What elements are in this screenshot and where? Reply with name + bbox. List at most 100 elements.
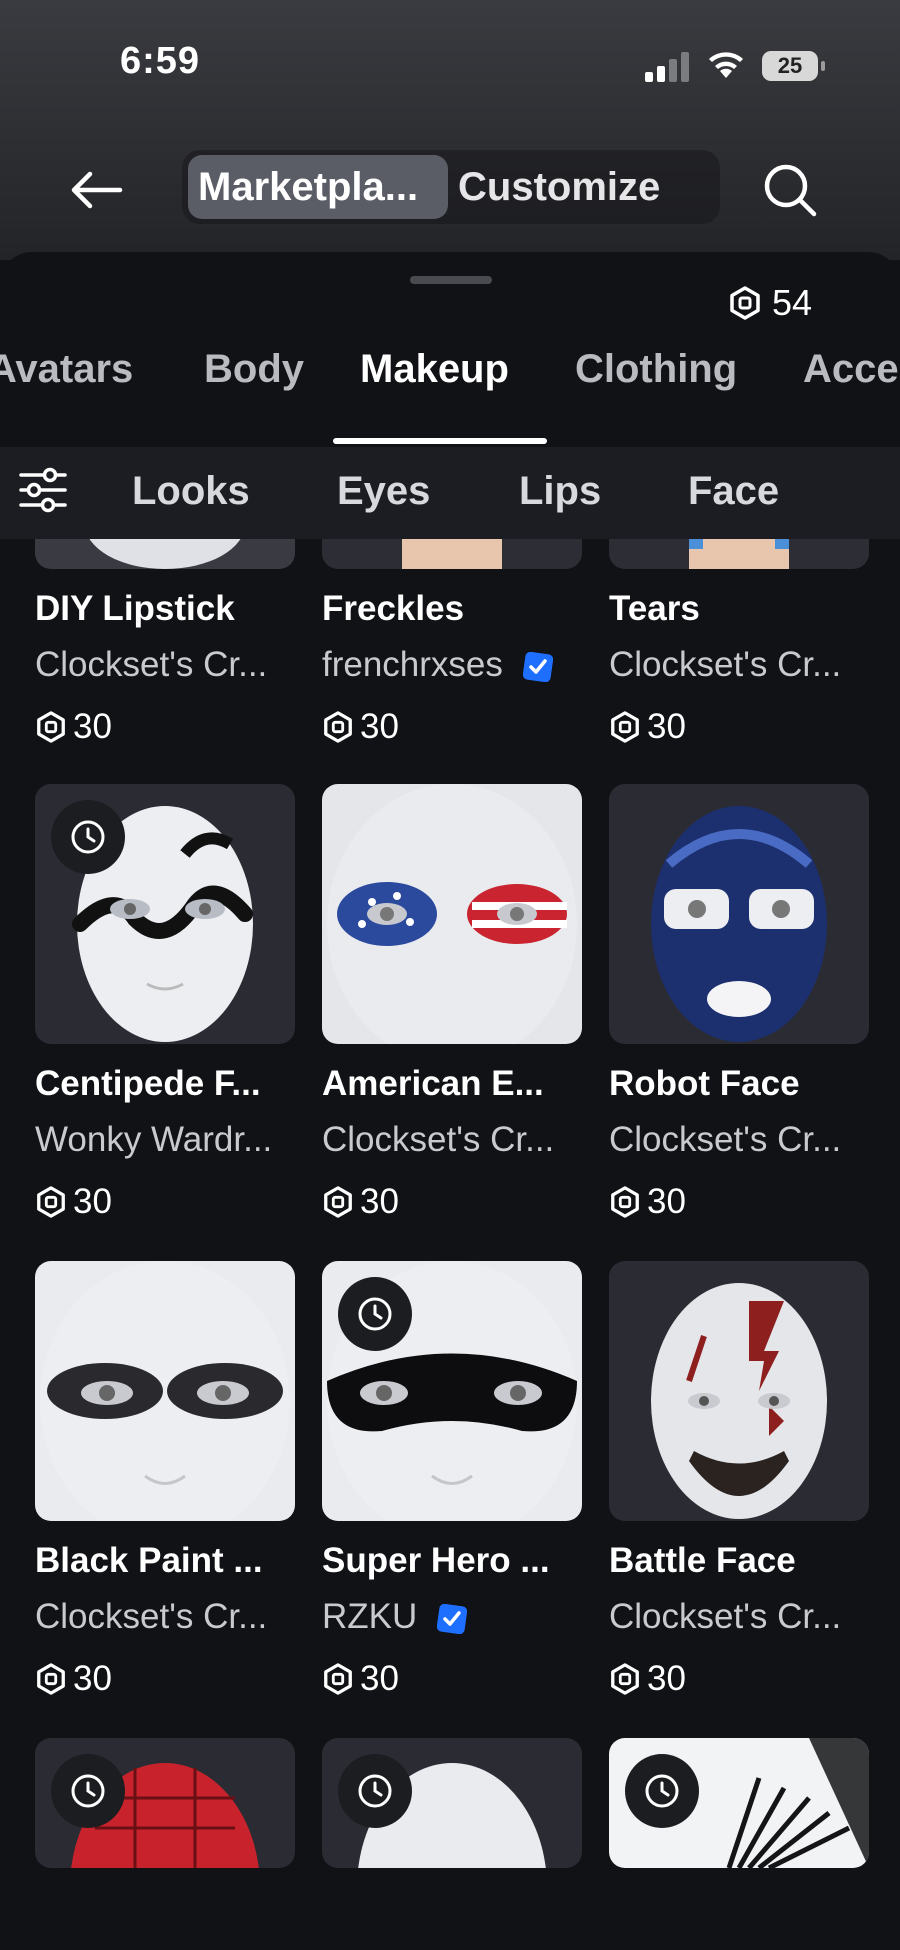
robux-icon: [37, 711, 65, 743]
item-thumbnail: [322, 1738, 582, 1868]
tab-avatars[interactable]: Avatars: [0, 347, 133, 392]
item-creator-name: frenchrxses: [322, 645, 503, 684]
item-name: Black Paint ...: [35, 1541, 263, 1580]
item-name: American E...: [322, 1064, 544, 1103]
item-thumbnail: [35, 539, 295, 569]
subtab-eyes[interactable]: Eyes: [337, 469, 430, 514]
item-thumbnail: [322, 784, 582, 1044]
robux-icon: [324, 1663, 352, 1695]
item-price-value: 30: [647, 707, 686, 746]
clock-icon: [71, 820, 105, 854]
item-name: Centipede F...: [35, 1064, 261, 1103]
item-price-value: 30: [360, 1182, 399, 1221]
robux-balance[interactable]: 54: [728, 282, 812, 324]
drag-handle[interactable]: [410, 276, 492, 284]
filter-sliders-icon[interactable]: [18, 467, 68, 513]
item-price: 30: [609, 1182, 686, 1222]
subtab-looks[interactable]: Looks: [132, 469, 250, 514]
search-icon[interactable]: [762, 162, 818, 218]
item-creator: Clockset's Cr...: [609, 1120, 842, 1159]
subtab-face[interactable]: Face: [688, 469, 779, 514]
wifi-icon: [709, 52, 743, 78]
item-creator: RZKU: [322, 1597, 468, 1637]
verified-badge-icon: [437, 1603, 468, 1634]
item-name: Battle Face: [609, 1541, 796, 1580]
robux-icon: [730, 286, 760, 320]
robux-icon: [324, 711, 352, 743]
item-price: 30: [609, 1659, 686, 1699]
clock-icon: [358, 1774, 392, 1808]
status-time: 6:59: [120, 40, 201, 82]
clock-icon: [358, 1297, 392, 1331]
item-thumbnail: [609, 1261, 869, 1521]
item-creator-name: RZKU: [322, 1597, 418, 1636]
item-price: 30: [322, 707, 399, 747]
status-bar: 6:59 25: [0, 0, 900, 130]
item-creator: Clockset's Cr...: [609, 1597, 842, 1636]
item-price-value: 30: [647, 1659, 686, 1698]
item-price: 30: [609, 707, 686, 747]
marketplace-sheet: 54 Avatars Body Makeup Clothing Acce Loo…: [0, 252, 900, 1950]
item-thumbnail: [322, 539, 582, 569]
robux-icon: [37, 1663, 65, 1695]
item-thumbnail: [609, 1738, 869, 1868]
item-creator: Clockset's Cr...: [35, 1597, 268, 1636]
robux-icon: [324, 1186, 352, 1218]
robux-icon: [611, 1663, 639, 1695]
item-creator: Clockset's Cr...: [609, 645, 842, 684]
item-name: Freckles: [322, 589, 465, 628]
item-price: 30: [322, 1182, 399, 1222]
item-thumbnail: [609, 784, 869, 1044]
item-thumbnail: [35, 1738, 295, 1868]
item-thumbnail: [35, 784, 295, 1044]
tab-marketplace[interactable]: Marketpla...: [188, 155, 448, 219]
robux-icon: [611, 711, 639, 743]
item-price-value: 30: [73, 1182, 112, 1221]
tab-accessories[interactable]: Acce: [803, 347, 899, 392]
top-navigation: Marketpla... Customize: [0, 150, 900, 230]
robux-icon: [37, 1186, 65, 1218]
timed-item-badge: [338, 1277, 412, 1351]
item-price: 30: [35, 1659, 112, 1699]
cell-signal-icon: [645, 52, 689, 82]
marketplace-customize-switch: Marketpla... Customize: [182, 150, 720, 224]
timed-item-badge: [51, 800, 125, 874]
tab-customize[interactable]: Customize: [448, 155, 670, 219]
item-name: Tears: [609, 589, 700, 628]
category-tabs: Avatars Body Makeup Clothing Acce: [0, 347, 900, 447]
tab-body[interactable]: Body: [204, 347, 304, 392]
item-grid: DIY Lipstick Clockset's Cr... 30 Freckle…: [0, 539, 900, 1950]
item-creator: Clockset's Cr...: [35, 645, 268, 684]
item-thumbnail: [322, 1261, 582, 1521]
robux-icon: [611, 1186, 639, 1218]
active-tab-indicator: [333, 438, 547, 444]
item-price: 30: [35, 1182, 112, 1222]
verified-badge-icon: [522, 651, 553, 682]
timed-item-badge: [338, 1754, 412, 1828]
item-price: 30: [322, 1659, 399, 1699]
item-price-value: 30: [360, 1659, 399, 1698]
item-thumbnail: [609, 539, 869, 569]
back-arrow-icon[interactable]: [68, 168, 124, 212]
timed-item-badge: [625, 1754, 699, 1828]
tab-clothing[interactable]: Clothing: [575, 347, 737, 392]
item-thumbnail: [35, 1261, 295, 1521]
item-creator: Clockset's Cr...: [322, 1120, 555, 1159]
tab-makeup[interactable]: Makeup: [360, 347, 509, 392]
item-price-value: 30: [360, 707, 399, 746]
item-price-value: 30: [73, 1659, 112, 1698]
robux-balance-value: 54: [772, 282, 813, 323]
item-price-value: 30: [73, 707, 112, 746]
item-price: 30: [35, 707, 112, 747]
item-name: DIY Lipstick: [35, 589, 235, 628]
item-creator: Wonky Wardr...: [35, 1120, 273, 1159]
battery-indicator: 25: [762, 51, 825, 81]
clock-icon: [71, 1774, 105, 1808]
timed-item-badge: [51, 1754, 125, 1828]
item-creator: frenchrxses: [322, 645, 553, 685]
item-name: Super Hero ...: [322, 1541, 550, 1580]
clock-icon: [645, 1774, 679, 1808]
item-name: Robot Face: [609, 1064, 800, 1103]
subtab-lips[interactable]: Lips: [519, 469, 601, 514]
item-price-value: 30: [647, 1182, 686, 1221]
